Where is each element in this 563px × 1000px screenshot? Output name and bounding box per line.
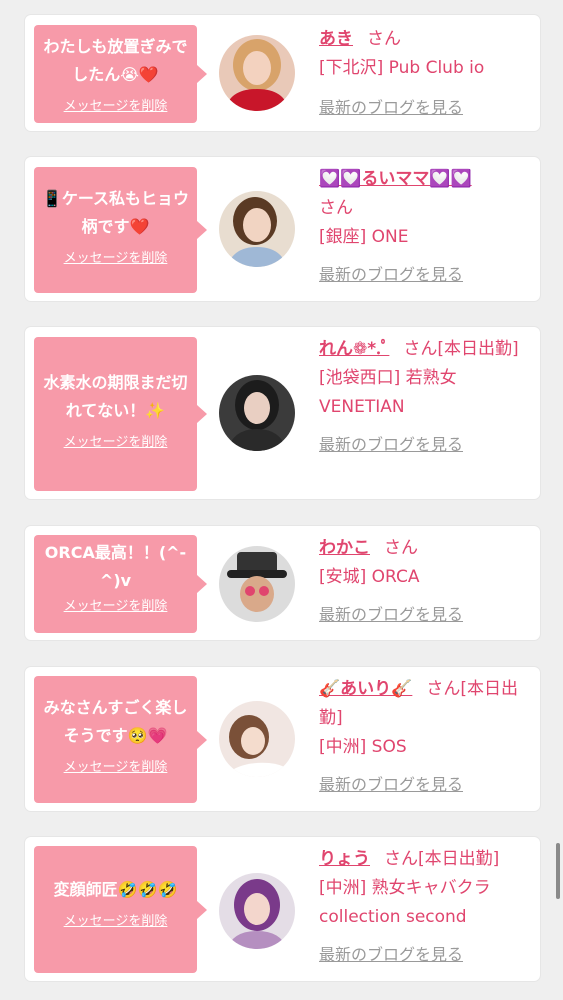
shop-label: [安城] ORCA xyxy=(319,567,420,587)
message-bubble: 変顔師匠🤣🤣🤣 メッセージを削除 xyxy=(34,846,207,973)
name-line: 🎸あいり🎸 さん[本日出勤] xyxy=(319,675,531,733)
name-line: りょう さん[本日出勤] xyxy=(319,845,531,874)
name-suffix: さん xyxy=(367,29,401,49)
name-suffix: さん[本日出勤] xyxy=(403,339,519,359)
delete-message-link[interactable]: メッセージを削除 xyxy=(64,247,168,266)
latest-blog-link[interactable]: 最新のブログを見る xyxy=(319,770,531,799)
delete-message-link[interactable]: メッセージを削除 xyxy=(64,431,168,450)
cast-name-link[interactable]: あき xyxy=(319,29,353,49)
profile-info: れん❁*.ﾟ さん[本日出勤] [池袋西口] 若熟女VENETIAN 最新のブログ… xyxy=(319,335,531,459)
message-card: 水素水の期限まだ切れてない！✨ メッセージを削除 れん❁*.ﾟ さん[本日出勤] … xyxy=(25,327,540,499)
message-bubble: みなさんすごく楽しそうです🥺💗 メッセージを削除 xyxy=(34,676,207,803)
avatar[interactable] xyxy=(219,375,295,451)
message-bubble: 水素水の期限まだ切れてない！✨ メッセージを削除 xyxy=(34,337,207,491)
avatar-photo-airi xyxy=(219,701,295,777)
profile-info: あき さん [下北沢] Pub Club io 最新のブログを見る xyxy=(319,25,531,122)
avatar-photo-ryou xyxy=(219,873,295,949)
latest-blog-link[interactable]: 最新のブログを見る xyxy=(319,260,531,289)
latest-blog-link[interactable]: 最新のブログを見る xyxy=(319,93,531,122)
avatar-photo-wakako xyxy=(219,546,295,622)
name-line: 💟💟るいママ💟💟 さん xyxy=(319,165,531,223)
avatar[interactable] xyxy=(219,191,295,267)
avatar-photo-aki xyxy=(219,35,295,111)
cast-name-link[interactable]: れん❁*.ﾟ xyxy=(319,339,389,359)
delete-message-link[interactable]: メッセージを削除 xyxy=(64,756,168,775)
name-line: わかこ さん xyxy=(319,534,531,563)
message-text: 📱ケース私もヒョウ柄です❤️ xyxy=(41,189,190,236)
message-bubble: ORCA最高！！(^-^)v メッセージを削除 xyxy=(34,535,207,633)
shop-label: [中洲] SOS xyxy=(319,737,407,757)
latest-blog-link[interactable]: 最新のブログを見る xyxy=(319,600,531,629)
message-bubble: 📱ケース私もヒョウ柄です❤️ メッセージを削除 xyxy=(34,167,207,293)
message-card: 変顔師匠🤣🤣🤣 メッセージを削除 りょう さん[本日出勤] [中洲] 熟女キャバク… xyxy=(25,837,540,981)
cast-name-link[interactable]: 🎸あいり🎸 xyxy=(319,679,412,699)
message-card: わたしも放置ぎみでしたん😭❤️ メッセージを削除 あき さん [下北沢] Pub … xyxy=(25,15,540,131)
name-suffix: さん[本日出勤] xyxy=(384,849,500,869)
delete-message-link[interactable]: メッセージを削除 xyxy=(64,595,168,614)
profile-info: 🎸あいり🎸 さん[本日出勤] [中洲] SOS 最新のブログを見る xyxy=(319,675,531,799)
avatar[interactable] xyxy=(219,35,295,111)
message-card: 📱ケース私もヒョウ柄です❤️ メッセージを削除 💟💟るいママ💟💟 さん [銀座] … xyxy=(25,157,540,301)
avatar-photo-ren xyxy=(219,375,295,451)
scrollbar[interactable] xyxy=(556,843,560,899)
shop-label: [中洲] 熟女キャバクラcollection second xyxy=(319,878,491,927)
shop-label: [池袋西口] 若熟女VENETIAN xyxy=(319,368,457,417)
delete-message-link[interactable]: メッセージを削除 xyxy=(64,910,168,929)
name-suffix: さん xyxy=(319,198,353,218)
avatar[interactable] xyxy=(219,546,295,622)
avatar-photo-rui xyxy=(219,191,295,267)
cast-name-link[interactable]: りょう xyxy=(319,849,370,869)
name-line: れん❁*.ﾟ さん[本日出勤] xyxy=(319,335,531,364)
profile-info: 💟💟るいママ💟💟 さん [銀座] ONE 最新のブログを見る xyxy=(319,165,531,289)
name-line: あき さん xyxy=(319,25,531,54)
profile-info: りょう さん[本日出勤] [中洲] 熟女キャバクラcollection secon… xyxy=(319,845,531,969)
message-bubble: わたしも放置ぎみでしたん😭❤️ メッセージを削除 xyxy=(34,25,207,123)
avatar[interactable] xyxy=(219,873,295,949)
message-card: みなさんすごく楽しそうです🥺💗 メッセージを削除 🎸あいり🎸 さん[本日出勤] [… xyxy=(25,667,540,811)
message-text: 水素水の期限まだ切れてない！✨ xyxy=(43,373,188,420)
avatar[interactable] xyxy=(219,701,295,777)
message-text: 変顔師匠🤣🤣🤣 xyxy=(53,880,178,899)
message-text: わたしも放置ぎみでしたん😭❤️ xyxy=(43,37,188,84)
latest-blog-link[interactable]: 最新のブログを見る xyxy=(319,940,531,969)
message-text: ORCA最高！！(^-^)v xyxy=(44,543,187,590)
shop-label: [下北沢] Pub Club io xyxy=(319,58,485,78)
message-text: みなさんすごく楽しそうです🥺💗 xyxy=(43,698,188,745)
cast-name-link[interactable]: 💟💟るいママ💟💟 xyxy=(319,169,472,189)
name-suffix: さん xyxy=(384,538,418,558)
latest-blog-link[interactable]: 最新のブログを見る xyxy=(319,430,531,459)
message-card: ORCA最高！！(^-^)v メッセージを削除 わかこ さん [安城] ORCA … xyxy=(25,526,540,640)
delete-message-link[interactable]: メッセージを削除 xyxy=(64,95,168,114)
shop-label: [銀座] ONE xyxy=(319,227,409,247)
profile-info: わかこ さん [安城] ORCA 最新のブログを見る xyxy=(319,534,531,629)
cast-name-link[interactable]: わかこ xyxy=(319,538,370,558)
